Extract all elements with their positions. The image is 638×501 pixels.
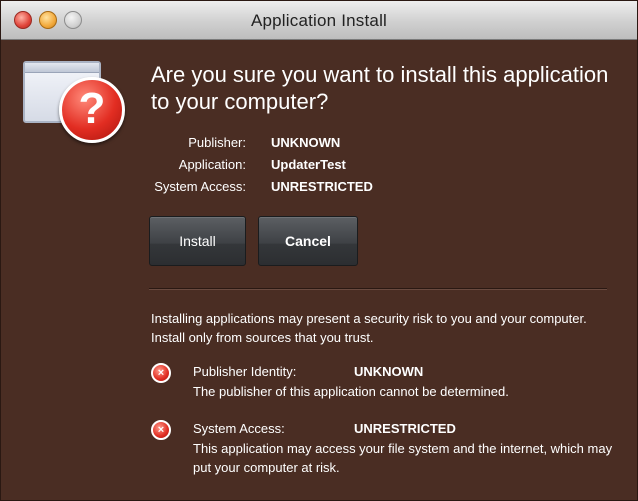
application-window-icon: ?	[23, 59, 133, 149]
cancel-button[interactable]: Cancel	[258, 216, 358, 266]
detail-label: System Access:	[154, 179, 246, 194]
detail-value: UNKNOWN	[271, 135, 341, 150]
detail-system-access: System Access: UNRESTRICTED	[131, 176, 531, 198]
window-title: Application Install	[250, 11, 388, 30]
security-warning: Installing applications may present a se…	[151, 311, 587, 345]
risk-description: This application may access your file sy…	[193, 441, 613, 475]
risk-value: UNKNOWN	[354, 364, 424, 379]
detail-label: Publisher:	[188, 135, 246, 150]
detail-application: Application: UpdaterTest	[131, 154, 531, 176]
app-window-bar	[25, 63, 99, 73]
detail-label: Application:	[178, 157, 246, 172]
risk-label: Publisher Identity:	[193, 364, 297, 379]
risk-label: System Access:	[193, 421, 285, 436]
risk-description: The publisher of this application cannot…	[193, 384, 509, 399]
detail-value: UpdaterTest	[271, 157, 346, 172]
app-details: Publisher: UNKNOWN Application: UpdaterT…	[131, 132, 531, 198]
dialog-headline: Are you sure you want to install this ap…	[151, 62, 609, 114]
error-x-icon: ×	[151, 420, 171, 440]
detail-publisher: Publisher: UNKNOWN	[131, 132, 531, 154]
risk-value: UNRESTRICTED	[354, 421, 456, 436]
divider	[149, 288, 607, 290]
title-bar[interactable]: Application Install	[1, 1, 637, 40]
install-dialog: Application Install ? Are you sure you w…	[0, 0, 638, 501]
detail-value: UNRESTRICTED	[271, 179, 373, 194]
error-x-icon: ×	[151, 363, 171, 383]
install-button[interactable]: Install	[149, 216, 246, 266]
question-mark-icon: ?	[59, 77, 125, 143]
